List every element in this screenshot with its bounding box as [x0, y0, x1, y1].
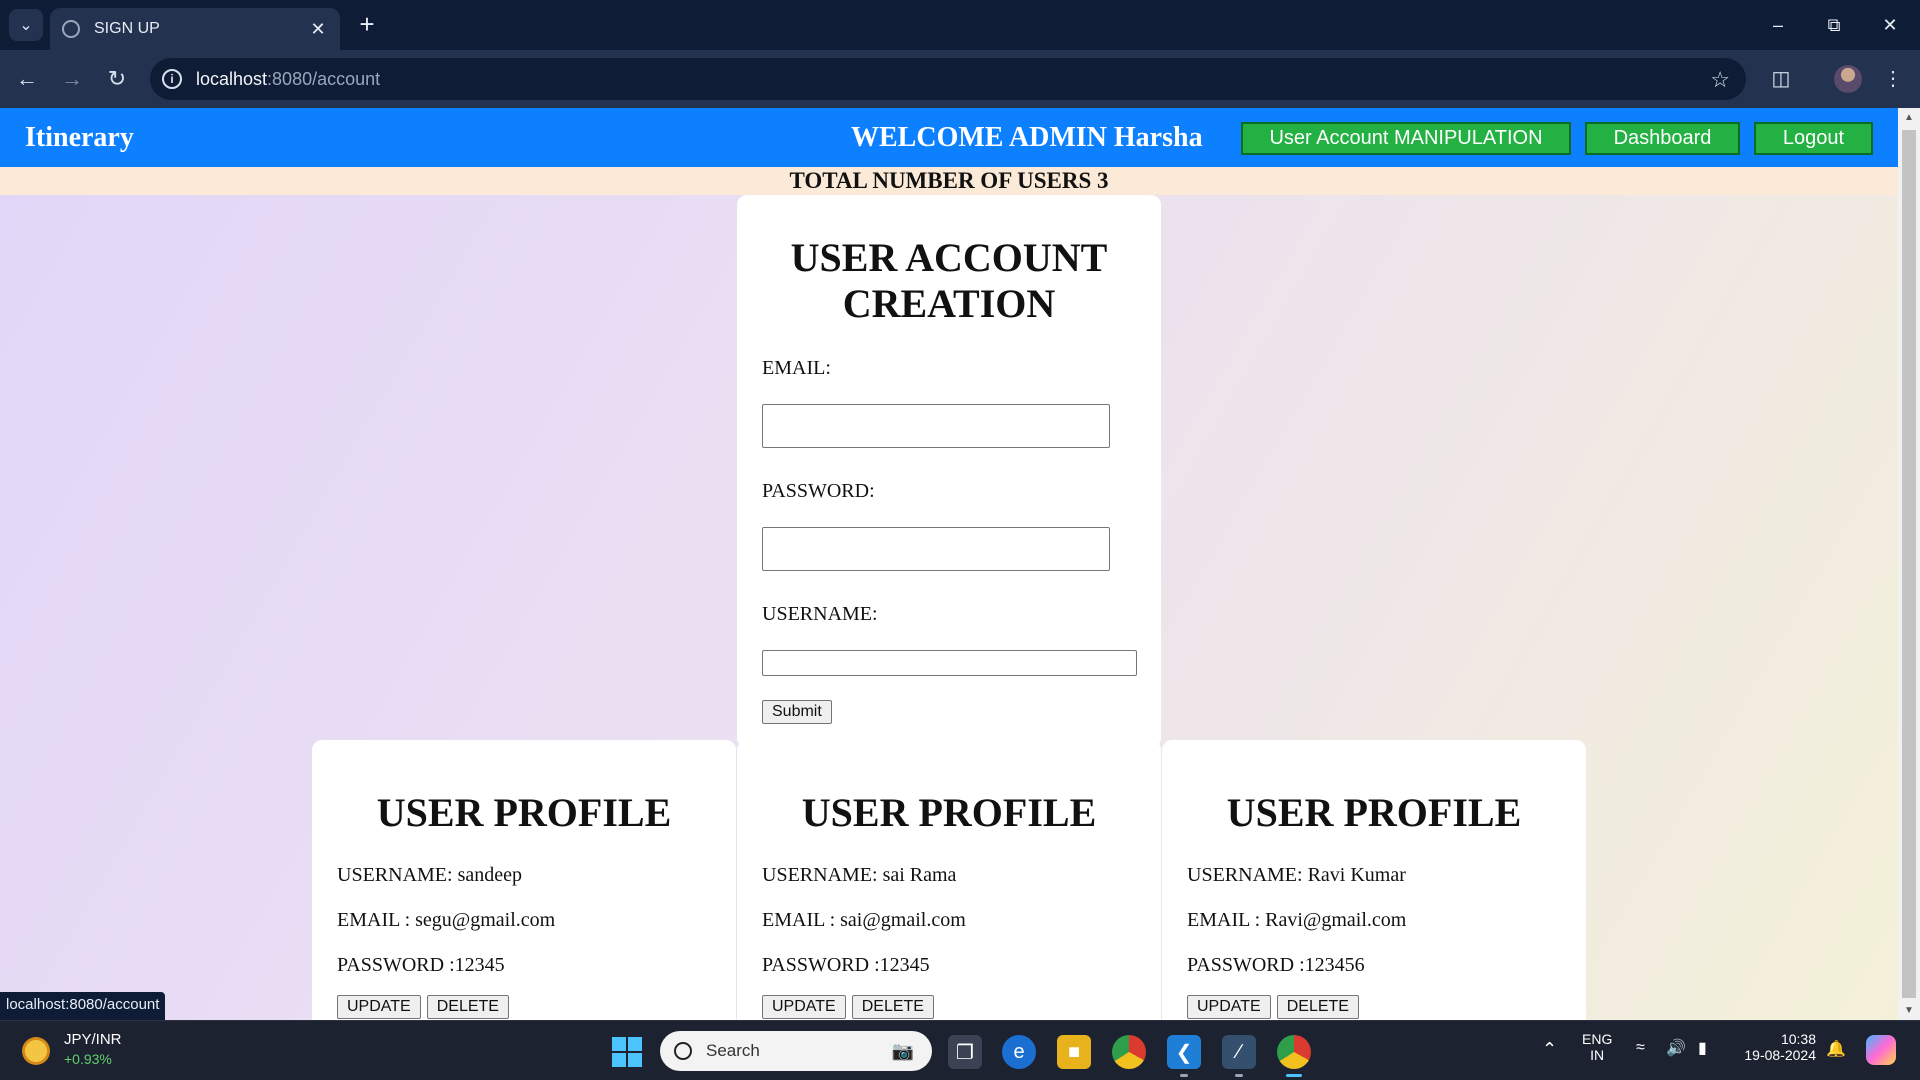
- globe-icon: [62, 20, 80, 38]
- window-close-button[interactable]: ✕: [1870, 10, 1910, 40]
- chrome-active-icon[interactable]: [1277, 1035, 1311, 1077]
- back-icon[interactable]: ←: [12, 64, 42, 94]
- vscode-icon[interactable]: ❮: [1167, 1035, 1201, 1077]
- search-icon: [674, 1042, 692, 1060]
- reload-icon[interactable]: ↻: [102, 64, 132, 94]
- clock-date: 19-08-2024: [1744, 1047, 1816, 1063]
- page-viewport: Itinerary WELCOME ADMIN Harsha User Acco…: [0, 108, 1920, 1020]
- profile-title: USER PROFILE: [376, 790, 672, 835]
- restore-button[interactable]: ⧉: [1814, 10, 1854, 40]
- chrome-icon[interactable]: [1112, 1035, 1146, 1069]
- url-text: localhost:8080/account: [196, 69, 380, 90]
- site-navbar: Itinerary WELCOME ADMIN Harsha User Acco…: [0, 108, 1898, 167]
- close-tab-icon[interactable]: ✕: [308, 19, 328, 40]
- browser-tab-bar: ⌄ SIGN UP ✕ + – ⧉ ✕: [0, 0, 1920, 50]
- profile-email: EMAIL : Ravi@gmail.com: [1187, 909, 1407, 931]
- tab-search-button[interactable]: ⌄: [9, 9, 43, 41]
- copilot-icon[interactable]: [1866, 1035, 1896, 1065]
- url-path: :8080/account: [267, 68, 381, 89]
- profile-email: EMAIL : sai@gmail.com: [762, 909, 966, 931]
- profile-actions: UPDATE DELETE: [1187, 995, 1561, 1019]
- file-explorer-icon[interactable]: ■: [1057, 1035, 1091, 1069]
- account-creation-card: USER ACCOUNT CREATION EMAIL: PASSWORD: U…: [737, 195, 1161, 748]
- email-field[interactable]: [762, 404, 1110, 448]
- browser-toolbar: ← → ↻ i localhost:8080/account ☆ ◫ ⋮: [0, 50, 1920, 108]
- url-host: localhost: [196, 68, 268, 89]
- profile-username: USERNAME: sandeep: [337, 864, 522, 886]
- edge-browser-icon[interactable]: e: [1002, 1035, 1036, 1069]
- menu-icon[interactable]: ⋮: [1878, 64, 1908, 94]
- clock[interactable]: 10:38 19-08-2024: [1738, 1031, 1816, 1063]
- chevron-up-icon[interactable]: ⌃: [1542, 1039, 1557, 1060]
- scroll-down-icon[interactable]: ▼: [1898, 1005, 1920, 1016]
- camera-icon: 📷: [891, 1041, 914, 1061]
- user-profile-card: USER PROFILE USERNAME: sandeep EMAIL : s…: [312, 740, 736, 1020]
- battery-icon[interactable]: ▮: [1698, 1038, 1707, 1058]
- email-label: EMAIL:: [762, 357, 831, 379]
- profile-password: PASSWORD :12345: [762, 954, 930, 976]
- ticker-name: JPY/INR: [64, 1031, 122, 1048]
- welcome-text: WELCOME ADMIN Harsha: [851, 122, 1203, 153]
- profile-title: USER PROFILE: [801, 790, 1097, 835]
- clock-time: 10:38: [1780, 1031, 1816, 1047]
- profile-title: USER PROFILE: [1226, 790, 1522, 835]
- profile-username: USERNAME: sai Rama: [762, 864, 957, 886]
- password-label: PASSWORD:: [762, 480, 875, 502]
- scrollbar-thumb[interactable]: [1902, 130, 1916, 998]
- app-icon[interactable]: ∕: [1222, 1035, 1256, 1077]
- notification-icon[interactable]: 🔔: [1826, 1039, 1846, 1059]
- new-tab-button[interactable]: +: [352, 10, 382, 40]
- taskbar: JPY/INR +0.93% Search 📷 ❐ e ■ ❮ ∕ ⌃ ENG …: [0, 1020, 1920, 1080]
- username-field[interactable]: [762, 650, 1137, 676]
- profile-avatar[interactable]: [1834, 65, 1862, 93]
- region-code: IN: [1590, 1047, 1605, 1063]
- password-field[interactable]: [762, 527, 1110, 571]
- status-url-tooltip: localhost:8080/account: [0, 992, 166, 1020]
- delete-button[interactable]: DELETE: [1276, 995, 1359, 1019]
- username-label: USERNAME:: [762, 603, 878, 625]
- task-view-icon[interactable]: ❐: [948, 1035, 982, 1069]
- site-info-icon[interactable]: i: [162, 69, 182, 89]
- tab-title: SIGN UP: [94, 20, 160, 37]
- forward-icon[interactable]: →: [57, 64, 87, 94]
- profile-password: PASSWORD :123456: [1187, 954, 1365, 976]
- bookmark-star-icon[interactable]: ☆: [1710, 67, 1730, 93]
- windows-start-icon[interactable]: [612, 1037, 642, 1067]
- user-account-manipulation-button[interactable]: User Account MANIPULATION: [1241, 122, 1571, 155]
- profile-actions: UPDATE DELETE: [762, 995, 1136, 1019]
- volume-icon[interactable]: 🔊: [1666, 1038, 1686, 1058]
- extensions-icon[interactable]: ◫: [1766, 64, 1796, 94]
- total-users-banner: TOTAL NUMBER OF USERS 3: [0, 167, 1898, 195]
- taskbar-search[interactable]: Search 📷: [660, 1031, 932, 1071]
- brand-logo[interactable]: Itinerary: [25, 122, 134, 154]
- page-scrollbar[interactable]: ▲ ▼: [1898, 108, 1920, 1020]
- language-indicator[interactable]: ENG IN: [1582, 1031, 1612, 1063]
- delete-button[interactable]: DELETE: [851, 995, 934, 1019]
- profile-password: PASSWORD :12345: [337, 954, 505, 976]
- language-code: ENG: [1582, 1031, 1613, 1047]
- profile-actions: UPDATE DELETE: [337, 995, 711, 1019]
- browser-tab[interactable]: SIGN UP ✕: [50, 8, 340, 50]
- user-profile-card: USER PROFILE USERNAME: sai Rama EMAIL : …: [737, 740, 1161, 1020]
- stocks-widget-icon[interactable]: [22, 1037, 50, 1065]
- ticker-change: +0.93%: [64, 1051, 112, 1067]
- update-button[interactable]: UPDATE: [1187, 995, 1271, 1019]
- update-button[interactable]: UPDATE: [762, 995, 846, 1019]
- submit-button[interactable]: Submit: [762, 700, 832, 724]
- dashboard-button[interactable]: Dashboard: [1585, 122, 1740, 155]
- profile-email: EMAIL : segu@gmail.com: [337, 909, 556, 931]
- wifi-icon[interactable]: ≈: [1636, 1039, 1645, 1057]
- form-title: USER ACCOUNT CREATION: [790, 235, 1108, 326]
- profile-username: USERNAME: Ravi Kumar: [1187, 864, 1406, 886]
- minimize-button[interactable]: –: [1758, 10, 1798, 40]
- address-bar[interactable]: i localhost:8080/account ☆: [150, 58, 1746, 100]
- logout-button[interactable]: Logout: [1754, 122, 1873, 155]
- update-button[interactable]: UPDATE: [337, 995, 421, 1019]
- delete-button[interactable]: DELETE: [426, 995, 509, 1019]
- chevron-down-icon: ⌄: [19, 17, 33, 34]
- user-profile-card: USER PROFILE USERNAME: Ravi Kumar EMAIL …: [1162, 740, 1586, 1020]
- search-placeholder: Search: [706, 1041, 760, 1060]
- scroll-up-icon[interactable]: ▲: [1898, 112, 1920, 123]
